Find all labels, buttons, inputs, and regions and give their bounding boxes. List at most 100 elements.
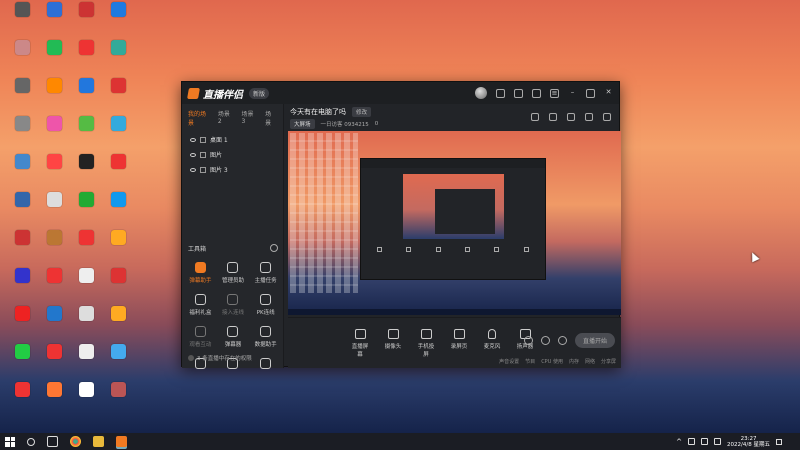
tool-item[interactable]: 主播任务 [249, 262, 282, 284]
desktop-icon[interactable] [6, 192, 38, 208]
control-button[interactable]: 麦克风 [482, 329, 502, 358]
close-icon[interactable]: ✕ [604, 88, 613, 98]
control-button[interactable]: 摄像头 [383, 329, 403, 358]
notification-icon[interactable] [776, 438, 782, 445]
volume-icon[interactable] [701, 438, 709, 445]
bell-icon[interactable] [585, 113, 593, 121]
room-title[interactable]: 今天有在电脑了吗 [290, 107, 346, 117]
desktop-icon[interactable] [70, 344, 102, 360]
menu-icon[interactable]: ≡ [550, 88, 559, 98]
desktop-icon[interactable] [70, 192, 102, 208]
tool-item[interactable] [249, 358, 282, 372]
desktop-icon[interactable] [6, 40, 38, 56]
eye-icon[interactable] [190, 137, 196, 142]
tool-item[interactable]: 数据助手 [249, 326, 282, 348]
desktop-icon[interactable] [70, 40, 102, 56]
source-item[interactable]: 图片 3 [182, 162, 283, 177]
desktop-icon[interactable] [38, 78, 70, 94]
tab-scene-1[interactable]: 我的场景 [188, 109, 212, 127]
desktop-icon[interactable] [38, 268, 70, 284]
desktop-icon[interactable] [102, 306, 134, 322]
desktop-icon[interactable] [102, 268, 134, 284]
desktop-icon[interactable] [70, 116, 102, 132]
source-item[interactable]: 桌面 1 [182, 132, 283, 147]
settings-icon[interactable] [557, 336, 567, 345]
desktop-icon[interactable] [102, 382, 134, 398]
tool-item[interactable]: 弹幕器 [217, 326, 250, 348]
desktop-icon[interactable] [102, 2, 134, 18]
eye-icon[interactable] [190, 167, 196, 172]
tool-item[interactable]: PK连线 [249, 294, 282, 316]
desktop-icon[interactable] [6, 2, 38, 18]
desktop-icon[interactable] [6, 230, 38, 246]
chrome-icon[interactable] [70, 436, 81, 447]
tab-scene-3[interactable]: 场景 3 [241, 109, 259, 127]
message-icon[interactable] [514, 88, 523, 98]
windows-start-icon[interactable] [5, 436, 15, 447]
tool-item[interactable]: 管理员助 [217, 262, 250, 284]
desktop-icon[interactable] [6, 78, 38, 94]
control-button[interactable]: 直播屏幕 [350, 329, 370, 358]
control-button[interactable]: 手机投屏 [416, 329, 436, 358]
desktop-icon[interactable] [102, 230, 134, 246]
room-edit-button[interactable]: 修改 [352, 107, 372, 117]
desktop-icon[interactable] [38, 306, 70, 322]
desktop-icon[interactable] [38, 40, 70, 56]
minimize-icon[interactable]: – [568, 88, 577, 98]
record-icon[interactable] [540, 336, 550, 345]
desktop-icon[interactable] [70, 268, 102, 284]
tool-item[interactable]: 福利礼盒 [184, 294, 217, 316]
source-item[interactable]: 图片 [182, 147, 283, 162]
chevron-up-icon[interactable]: ^ [676, 438, 682, 446]
desktop-icon[interactable] [70, 154, 102, 170]
desktop-icon[interactable] [38, 116, 70, 132]
tab-scene-2[interactable]: 场景 2 [218, 109, 236, 127]
shop-icon[interactable] [531, 113, 539, 121]
avatar[interactable] [475, 87, 487, 99]
clock[interactable]: 23:27 2022/4/8 星期五 [727, 436, 770, 448]
shirt-icon[interactable] [532, 88, 541, 98]
room-category[interactable]: 大屏场 [290, 119, 315, 129]
task-view-icon[interactable] [47, 436, 58, 447]
eye-icon[interactable] [190, 152, 196, 157]
more-icon[interactable] [270, 244, 278, 252]
folder-icon[interactable] [93, 436, 104, 447]
lock-icon[interactable] [549, 113, 557, 121]
desktop-icon[interactable] [102, 78, 134, 94]
desktop-icon[interactable] [70, 306, 102, 322]
desktop-icon[interactable] [6, 382, 38, 398]
desktop-icon[interactable] [38, 2, 70, 18]
desktop-icon[interactable] [70, 2, 102, 18]
live-companion-window[interactable]: 直播伴侣 新版 ≡ – ✕ 我的场景 场景 2 场景 3 场景 桌面 1 图片 … [181, 81, 621, 369]
desktop-icon[interactable] [102, 344, 134, 360]
tab-scene-add[interactable]: 场景 [265, 109, 277, 127]
gift-icon[interactable] [496, 88, 505, 98]
desktop-icon[interactable] [6, 344, 38, 360]
desktop-icon[interactable] [102, 40, 134, 56]
control-button[interactable]: 录屏页 [449, 329, 469, 358]
start-live-button[interactable]: 直播开始 [574, 333, 615, 348]
desktop-icon[interactable] [102, 116, 134, 132]
maximize-icon[interactable] [586, 88, 595, 98]
desktop-icon[interactable] [102, 154, 134, 170]
desktop-icon[interactable] [38, 192, 70, 208]
ime-icon[interactable] [714, 438, 722, 445]
desktop-icon[interactable] [38, 154, 70, 170]
tool-item[interactable]: 弹幕助手 [184, 262, 217, 284]
desktop-icon[interactable] [38, 344, 70, 360]
desktop-icon[interactable] [70, 382, 102, 398]
desktop-icon[interactable] [6, 154, 38, 170]
desktop-icon[interactable] [38, 382, 70, 398]
version-badge[interactable]: 新版 [249, 87, 270, 99]
live-companion-taskbar-icon[interactable] [116, 436, 127, 447]
network-icon[interactable] [688, 438, 696, 445]
desktop-icon[interactable] [38, 230, 70, 246]
desktop-icon[interactable] [70, 230, 102, 246]
desktop-icon[interactable] [6, 116, 38, 132]
search-icon[interactable] [27, 437, 35, 446]
desktop-icon[interactable] [70, 78, 102, 94]
stream-preview[interactable] [288, 131, 621, 315]
left-footer[interactable]: 3 条直播中存在的权限 [188, 354, 252, 362]
camera-icon[interactable] [523, 336, 533, 345]
share-icon[interactable] [603, 113, 611, 121]
